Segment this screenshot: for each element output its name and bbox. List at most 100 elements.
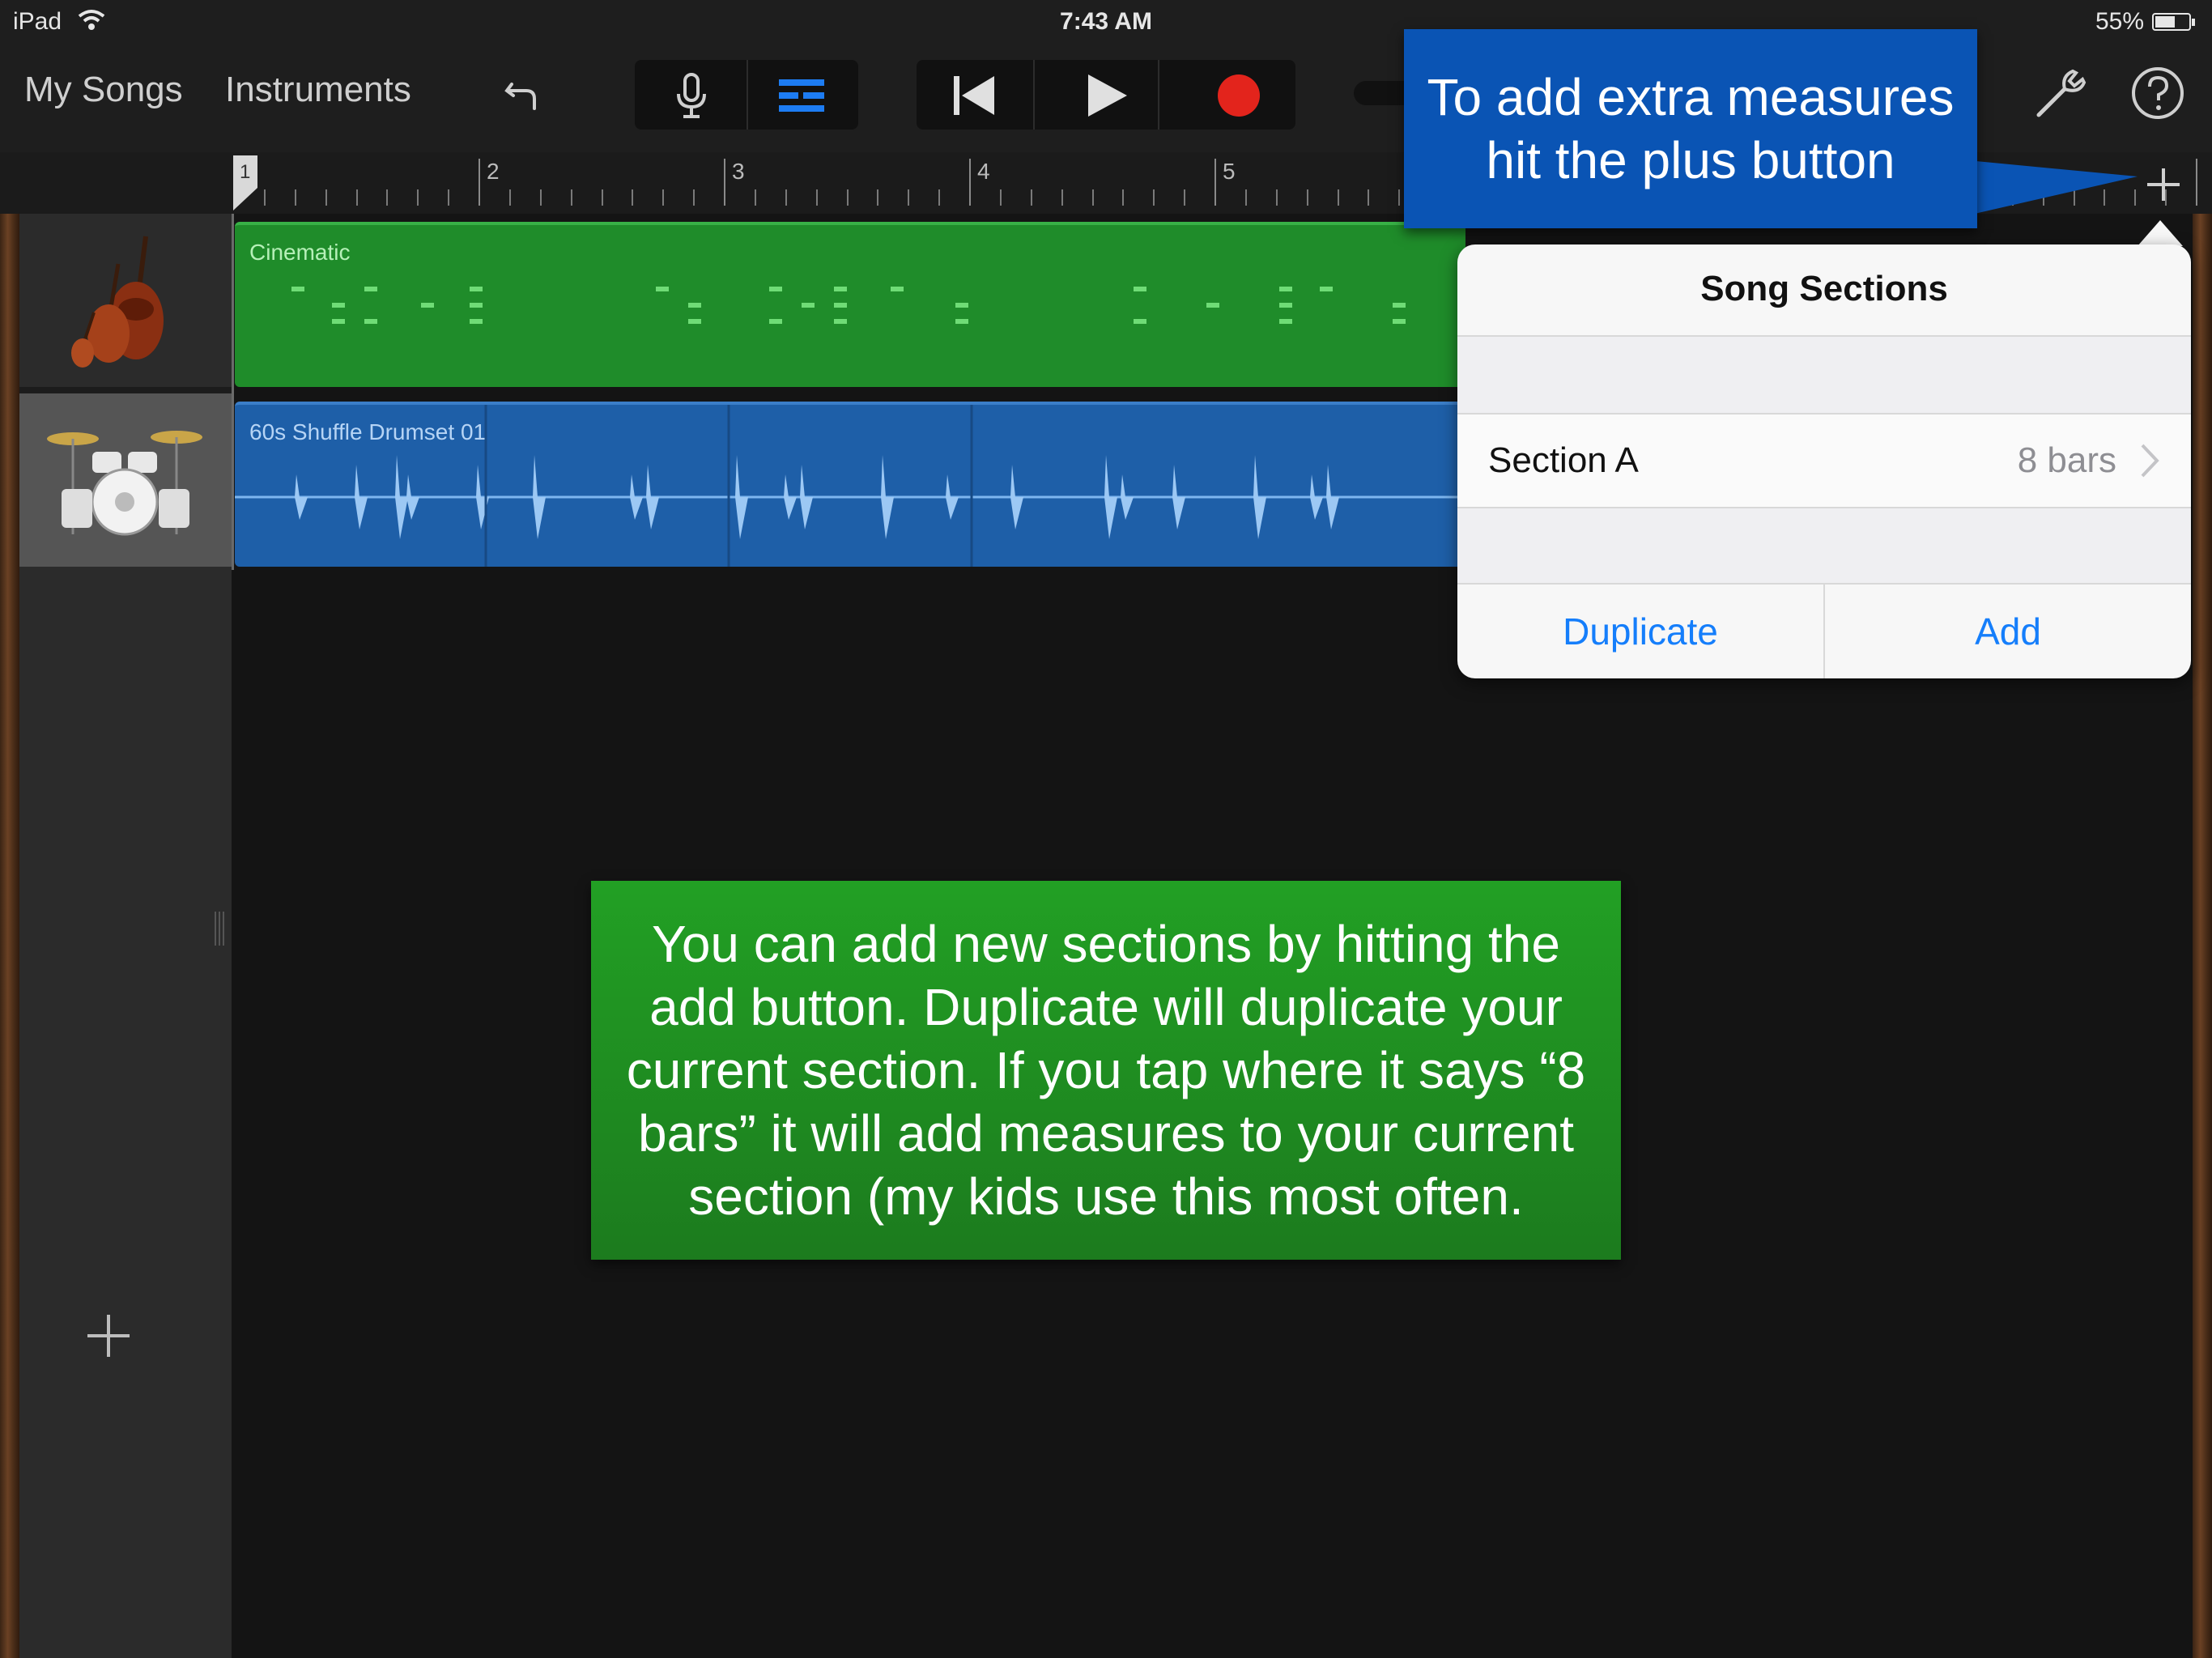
track-header-drums[interactable] [19, 393, 232, 567]
midi-note [364, 287, 377, 291]
waveform-hit [946, 474, 959, 520]
ruler-bar-number: 2 [487, 159, 500, 184]
ruler-major-tick [2196, 159, 2197, 206]
midi-note [1134, 287, 1146, 291]
midi-note [955, 303, 968, 308]
ruler-minor-tick [815, 189, 818, 206]
waveform-hit [406, 474, 419, 520]
section-length-button[interactable]: 8 bars [2018, 440, 2116, 481]
waveform-hit [646, 465, 659, 529]
record-icon[interactable] [1214, 71, 1263, 120]
ruler-minor-tick [355, 189, 358, 206]
midi-note [1279, 287, 1292, 291]
region-cinematic[interactable]: Cinematic [235, 222, 1465, 387]
midi-note [332, 319, 345, 324]
playhead-icon[interactable]: 1 [233, 155, 257, 212]
battery-icon [2152, 13, 2195, 31]
midi-note [1320, 287, 1333, 291]
midi-note [834, 287, 847, 291]
ruler-minor-tick [2104, 189, 2106, 206]
midi-note [421, 303, 434, 308]
ruler-minor-tick [1244, 189, 1247, 206]
callout-sections-help: You can add new sections by hitting the … [591, 881, 1621, 1260]
chevron-right-icon [2141, 444, 2159, 478]
tracks-view-icon[interactable] [777, 76, 826, 115]
ruler-minor-tick [2011, 189, 2014, 206]
resize-grip-icon[interactable] [214, 912, 225, 946]
ruler-minor-tick [1980, 189, 1983, 206]
ruler-major-tick [724, 159, 725, 206]
waveform-hit [1104, 455, 1117, 539]
waveform-hit [1010, 465, 1023, 529]
play-icon[interactable] [1082, 71, 1130, 120]
waveform-hit [800, 465, 813, 529]
ruler-bar-number: 4 [977, 159, 990, 184]
ruler-minor-tick [1030, 189, 1032, 206]
ruler-minor-tick [693, 189, 696, 206]
waveform-hit [1172, 465, 1185, 529]
ruler-minor-tick [846, 189, 849, 206]
midi-note [769, 287, 782, 291]
settings-wrench-icon[interactable] [2032, 65, 2089, 121]
midi-note [955, 319, 968, 324]
undo-icon[interactable] [499, 70, 544, 115]
ruler-minor-tick [662, 189, 665, 206]
ruler-minor-tick [1306, 189, 1308, 206]
duplicate-button[interactable]: Duplicate [1457, 585, 1823, 678]
ruler-minor-tick [1061, 189, 1063, 206]
track-header-cinematic[interactable] [19, 214, 232, 387]
ruler-minor-tick [539, 189, 542, 206]
ruler-minor-tick [325, 189, 327, 206]
waveform-hit [295, 474, 308, 520]
help-icon[interactable] [2129, 65, 2186, 121]
region-drums[interactable]: 60s Shuffle Drumset 01 [235, 402, 1465, 567]
midi-note [834, 319, 847, 324]
my-songs-button[interactable]: My Songs [24, 70, 183, 110]
midi-note [291, 287, 304, 291]
instruments-button[interactable]: Instruments [225, 70, 411, 110]
song-sections-popover: Song Sections Section A 8 bars Duplicate… [1457, 244, 2191, 678]
audio-waveform [235, 405, 1465, 567]
waveform-hit [476, 465, 489, 529]
strings-icon [71, 236, 164, 368]
track-headers [19, 214, 232, 1658]
midi-note [470, 303, 483, 308]
section-name: Section A [1488, 440, 1639, 480]
midi-note [1134, 319, 1146, 324]
callout-blue-text: To add extra measures hit the plus butto… [1427, 68, 1955, 189]
microphone-icon[interactable] [669, 70, 714, 121]
midi-note [1393, 319, 1406, 324]
waveform-hit [881, 455, 894, 539]
midi-note [1393, 303, 1406, 308]
section-row[interactable]: Section A 8 bars [1457, 414, 2191, 507]
ruler-minor-tick [1091, 189, 1094, 206]
popover-title: Song Sections [1700, 269, 1948, 308]
midi-note [769, 319, 782, 324]
add-button[interactable]: Add [1825, 585, 2191, 678]
ruler-minor-tick [754, 189, 756, 206]
midi-note [834, 303, 847, 308]
ruler-minor-tick [508, 189, 511, 206]
ruler-minor-tick [877, 189, 879, 206]
ruler-minor-tick [1184, 189, 1186, 206]
drum-kit-icon [47, 431, 202, 536]
ruler-minor-tick [1275, 189, 1278, 206]
ruler-minor-tick [570, 189, 572, 206]
ruler-minor-tick [2042, 189, 2044, 206]
ruler-minor-tick [1153, 189, 1155, 206]
ruler-minor-tick [601, 189, 603, 206]
ruler-minor-tick [448, 189, 450, 206]
midi-note [802, 303, 815, 308]
midi-note [688, 303, 701, 308]
waveform-hit [1310, 474, 1323, 520]
midi-note [1279, 319, 1292, 324]
waveform-hit [784, 474, 797, 520]
waveform-hit [1326, 465, 1339, 529]
add-section-plus-button[interactable] [2139, 160, 2188, 209]
ruler-major-tick [479, 159, 480, 206]
ruler-minor-tick [938, 189, 941, 206]
ruler-minor-tick [386, 189, 389, 206]
add-track-button[interactable] [84, 1312, 133, 1360]
go-to-beginning-icon[interactable] [951, 73, 999, 118]
wood-trim-right [2193, 214, 2212, 1658]
